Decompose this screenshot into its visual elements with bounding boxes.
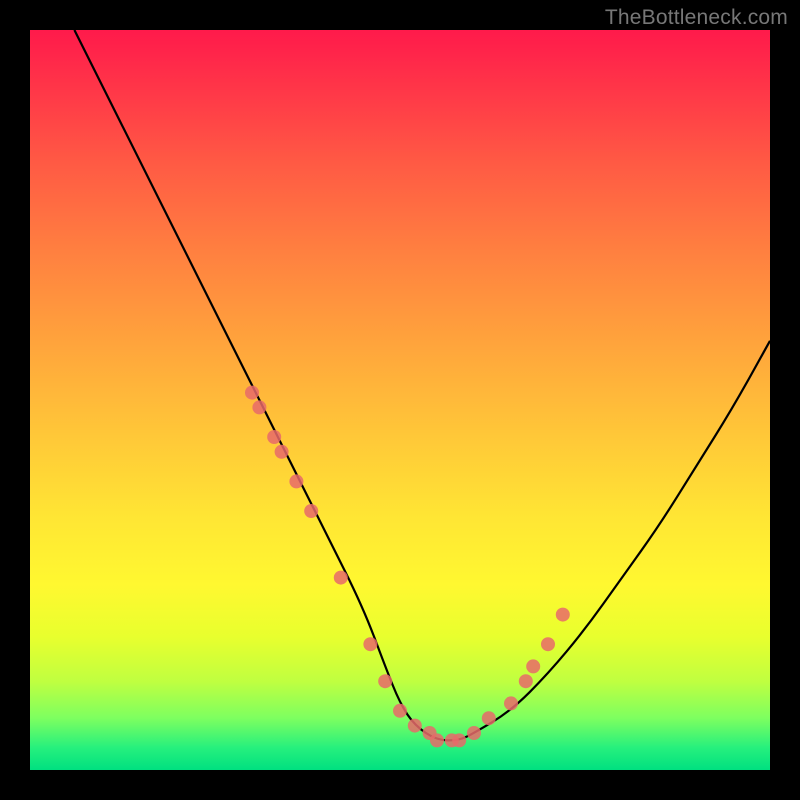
curve-marker xyxy=(504,696,518,710)
watermark-text: TheBottleneck.com xyxy=(605,6,788,30)
curve-marker xyxy=(245,386,259,400)
curve-marker xyxy=(363,637,377,651)
curve-marker xyxy=(378,674,392,688)
curve-marker xyxy=(393,704,407,718)
curve-marker xyxy=(519,674,533,688)
bottleneck-curve-line xyxy=(74,30,770,740)
bottleneck-chart xyxy=(30,30,770,770)
curve-marker xyxy=(452,733,466,747)
curve-marker xyxy=(430,733,444,747)
curve-marker xyxy=(526,659,540,673)
curve-marker xyxy=(467,726,481,740)
chart-plot-area xyxy=(30,30,770,770)
curve-marker xyxy=(252,400,266,414)
curve-marker xyxy=(289,474,303,488)
curve-markers xyxy=(245,386,570,748)
curve-marker xyxy=(267,430,281,444)
curve-marker xyxy=(482,711,496,725)
curve-marker xyxy=(408,719,422,733)
curve-marker xyxy=(556,608,570,622)
curve-marker xyxy=(304,504,318,518)
curve-marker xyxy=(541,637,555,651)
curve-marker xyxy=(275,445,289,459)
curve-marker xyxy=(334,571,348,585)
